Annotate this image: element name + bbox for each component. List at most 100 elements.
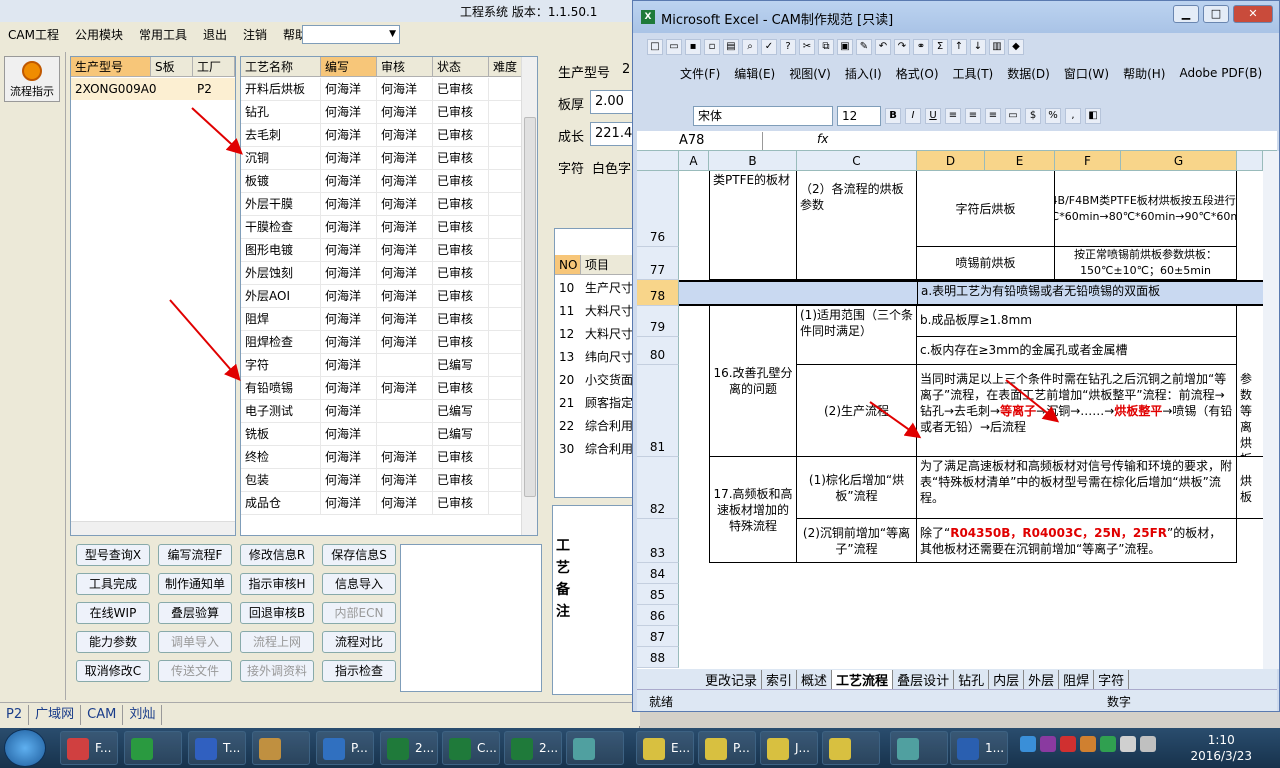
- process-name-cell[interactable]: 电子测试: [241, 400, 321, 423]
- sheet-tab-stackup[interactable]: 叠层设计: [893, 669, 955, 689]
- save-icon[interactable]: ▪: [685, 39, 701, 55]
- col-header-no[interactable]: NO: [555, 255, 581, 275]
- action-button[interactable]: 信息导入: [322, 573, 396, 595]
- hyperlink-icon[interactable]: ⚭: [913, 39, 929, 55]
- process-cell[interactable]: 已审核: [433, 124, 489, 147]
- item-no[interactable]: 21: [559, 392, 574, 415]
- process-cell[interactable]: 何海洋: [321, 423, 377, 446]
- row-header-87[interactable]: 87: [637, 626, 679, 647]
- process-cell[interactable]: 何海洋: [377, 469, 433, 492]
- col-header-factory[interactable]: 工厂: [193, 57, 235, 77]
- cell-C76[interactable]: （2）各流程的烘板参数: [797, 171, 917, 280]
- taskbar-button[interactable]: [822, 731, 880, 765]
- status-module[interactable]: CAM: [81, 704, 124, 725]
- action-button[interactable]: 调单导入: [158, 631, 232, 653]
- action-button[interactable]: 接外调资料: [240, 660, 314, 682]
- tray-flag-icon[interactable]: [1120, 736, 1136, 752]
- item-no[interactable]: 20: [559, 369, 574, 392]
- process-cell[interactable]: 何海洋: [321, 147, 377, 170]
- process-cell[interactable]: 何海洋: [321, 239, 377, 262]
- menu-cam[interactable]: CAM工程: [0, 24, 67, 46]
- process-cell[interactable]: 何海洋: [377, 193, 433, 216]
- percent-icon[interactable]: %: [1045, 108, 1061, 124]
- action-button[interactable]: 传送文件: [158, 660, 232, 682]
- col-header-E[interactable]: E: [985, 151, 1055, 171]
- process-cell[interactable]: [489, 262, 523, 285]
- sheet-tab-drill[interactable]: 钻孔: [954, 669, 990, 689]
- process-cell[interactable]: 已审核: [433, 78, 489, 101]
- process-cell[interactable]: 何海洋: [377, 78, 433, 101]
- underline-icon[interactable]: U: [925, 108, 941, 124]
- cell-H82[interactable]: 烘板: [1237, 457, 1263, 519]
- cut-icon[interactable]: ✂: [799, 39, 815, 55]
- item-no[interactable]: 12: [559, 323, 574, 346]
- col-header-D[interactable]: D: [917, 151, 985, 171]
- xl-menu-help[interactable]: 帮助(H): [1116, 65, 1172, 82]
- col-header-process[interactable]: 工艺名称: [241, 57, 321, 77]
- xl-menu-adobe-pdf[interactable]: Adobe PDF(B): [1172, 66, 1269, 80]
- item-name[interactable]: 纬向尺寸: [585, 346, 633, 369]
- taskbar-button[interactable]: [566, 731, 624, 765]
- cell-D76[interactable]: 字符后烘板: [917, 171, 1055, 247]
- xl-menu-file[interactable]: 文件(F): [673, 65, 727, 82]
- item-no[interactable]: 22: [559, 415, 574, 438]
- clock[interactable]: 1:10 2016/3/23: [1190, 732, 1252, 764]
- cell-D81[interactable]: 当同时满足以上三个条件时需在钻孔之后沉铜之前增加“等离子”流程，在表面工艺前增加…: [917, 365, 1237, 457]
- process-cell[interactable]: 何海洋: [377, 170, 433, 193]
- redo-icon[interactable]: ↷: [894, 39, 910, 55]
- item-name[interactable]: 生产尺寸: [585, 277, 633, 300]
- research-icon[interactable]: ?: [780, 39, 796, 55]
- cell-F76[interactable]: F4B/F4BM类PTFE板材烘板按五段进行：50℃*90min→70℃*60m…: [1055, 171, 1237, 247]
- action-button[interactable]: 取消修改C: [76, 660, 150, 682]
- process-cell[interactable]: 何海洋: [377, 377, 433, 400]
- row-header-84[interactable]: 84: [637, 563, 679, 584]
- item-name[interactable]: 大料尺寸: [585, 300, 633, 323]
- taskbar-button[interactable]: [124, 731, 182, 765]
- sheet-tab-changelog[interactable]: 更改记录: [701, 669, 763, 689]
- action-button[interactable]: 流程对比: [322, 631, 396, 653]
- process-name-cell[interactable]: 包装: [241, 469, 321, 492]
- item-no[interactable]: 10: [559, 277, 574, 300]
- cell-C82[interactable]: (1)棕化后增加“烘板”流程: [797, 457, 917, 519]
- copy-icon[interactable]: ⧉: [818, 39, 834, 55]
- process-name-cell[interactable]: 干膜检查: [241, 216, 321, 239]
- action-button[interactable]: 叠层验算: [158, 602, 232, 624]
- xl-menu-edit[interactable]: 编辑(E): [727, 65, 782, 82]
- cell-H81[interactable]: 参数等离烘板: [1237, 365, 1263, 457]
- process-cell[interactable]: 何海洋: [377, 308, 433, 331]
- app-toolbar-combo[interactable]: ▼: [302, 25, 400, 44]
- process-name-cell[interactable]: 阻焊: [241, 308, 321, 331]
- xl-menu-window[interactable]: 窗口(W): [1057, 65, 1116, 82]
- process-cell[interactable]: 何海洋: [321, 377, 377, 400]
- cell-C81[interactable]: (2)生产流程: [797, 365, 917, 457]
- process-name-cell[interactable]: 板镀: [241, 170, 321, 193]
- taskbar-button[interactable]: E...: [636, 731, 694, 765]
- process-cell[interactable]: 何海洋: [321, 78, 377, 101]
- taskbar-button[interactable]: [252, 731, 310, 765]
- sort-descending-icon[interactable]: ↓: [970, 39, 986, 55]
- process-cell[interactable]: 何海洋: [377, 492, 433, 515]
- process-name-cell[interactable]: 外层蚀刻: [241, 262, 321, 285]
- paste-icon[interactable]: ▣: [837, 39, 853, 55]
- font-name-combo[interactable]: 宋体: [693, 106, 833, 126]
- cell-D78[interactable]: a.表明工艺为有铅喷锡或者无铅喷锡的双面板: [917, 282, 1237, 304]
- process-cell[interactable]: [489, 377, 523, 400]
- col-header-s[interactable]: S板: [151, 57, 193, 77]
- menu-exit[interactable]: 退出: [195, 24, 235, 46]
- xl-menu-tools[interactable]: 工具(T): [946, 65, 1001, 82]
- process-cell[interactable]: 已审核: [433, 469, 489, 492]
- process-cell[interactable]: [377, 354, 433, 377]
- align-left-icon[interactable]: ≡: [945, 108, 961, 124]
- col-header-reviewer[interactable]: 审核: [377, 57, 433, 77]
- process-cell[interactable]: 何海洋: [321, 124, 377, 147]
- process-cell[interactable]: 何海洋: [321, 285, 377, 308]
- taskbar-button[interactable]: 2...: [380, 731, 438, 765]
- align-center-icon[interactable]: ≡: [965, 108, 981, 124]
- process-cell[interactable]: [489, 423, 523, 446]
- process-cell[interactable]: 何海洋: [321, 170, 377, 193]
- tray-pdf-icon[interactable]: [1080, 736, 1096, 752]
- xl-menu-data[interactable]: 数据(D): [1000, 65, 1057, 82]
- fx-icon[interactable]: fx: [817, 132, 828, 146]
- taskbar-button[interactable]: P...: [698, 731, 756, 765]
- spelling-icon[interactable]: ✓: [761, 39, 777, 55]
